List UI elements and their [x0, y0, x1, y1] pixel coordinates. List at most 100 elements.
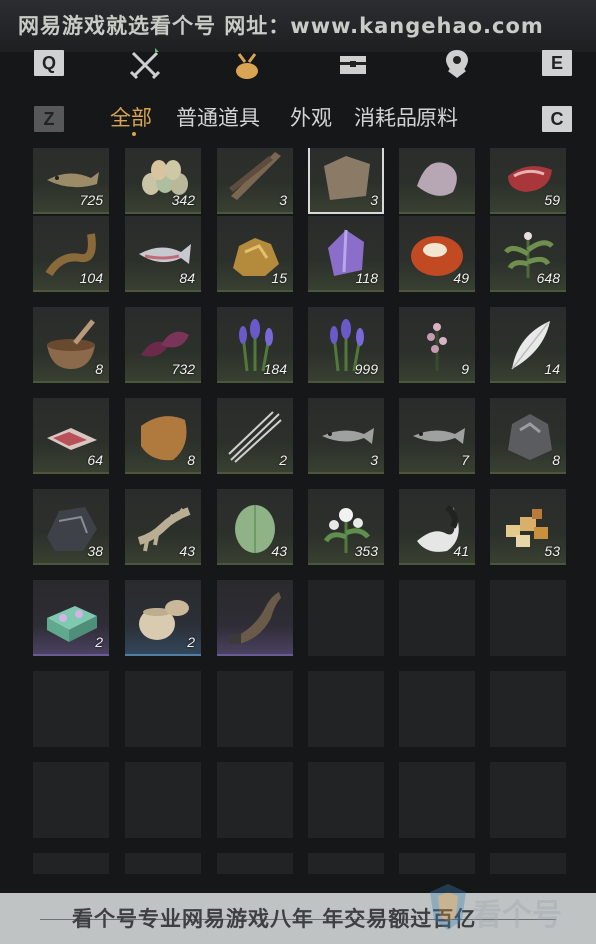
item-count: 118: [355, 270, 378, 286]
inventory-slot[interactable]: 64: [33, 398, 109, 474]
inventory-slot[interactable]: 8: [33, 307, 109, 383]
empty-slot[interactable]: [33, 853, 109, 874]
inventory-slot[interactable]: [217, 580, 293, 656]
empty-slot[interactable]: [490, 762, 566, 838]
logo-text: 看个号: [472, 898, 562, 933]
grey-fish-icon: [322, 428, 374, 444]
tab-appearance[interactable]: 外观: [290, 102, 332, 132]
empty-slot[interactable]: [217, 762, 293, 838]
inventory-slot[interactable]: 59: [490, 148, 566, 214]
item-count: 184: [263, 361, 287, 377]
item-count: 64: [87, 452, 103, 468]
empty-slot[interactable]: [490, 580, 566, 656]
empty-slot[interactable]: [399, 580, 475, 656]
pouch-icon[interactable]: [230, 48, 264, 82]
item-count: 648: [536, 270, 560, 286]
empty-slot[interactable]: [308, 580, 384, 656]
item-count: 2: [279, 452, 287, 468]
empty-slot[interactable]: [490, 853, 566, 874]
inventory-grid: 725 342 3 3 59 104 84 15 118 49 648 8 732 184 999 9 14 64…: [33, 148, 573, 874]
watermark-text: 网易游戏就选看个号 网址：www.kangehao.com: [18, 14, 544, 38]
empty-slot[interactable]: [125, 671, 201, 747]
hide-icon: [324, 156, 370, 200]
inventory-slot[interactable]: 2: [125, 580, 201, 656]
key-q-hint[interactable]: Q: [34, 50, 64, 76]
item-count: 342: [171, 192, 195, 208]
map-marker-icon[interactable]: [440, 48, 474, 82]
inventory-slot[interactable]: 7: [399, 398, 475, 474]
item-count: 999: [354, 361, 378, 377]
empty-slot[interactable]: [217, 671, 293, 747]
inventory-slot[interactable]: 648: [490, 216, 566, 292]
inventory-slot[interactable]: 2: [33, 580, 109, 656]
chest-icon[interactable]: [336, 48, 370, 82]
item-count: 15: [271, 270, 287, 286]
item-count: 9: [461, 361, 469, 377]
inventory-slot[interactable]: 104: [33, 216, 109, 292]
tab-materials[interactable]: 原料: [416, 102, 458, 132]
empty-slot[interactable]: [308, 853, 384, 874]
empty-slot[interactable]: [33, 762, 109, 838]
empty-slot[interactable]: [308, 762, 384, 838]
inventory-slot[interactable]: 8: [125, 398, 201, 474]
inventory-slot[interactable]: 9: [399, 307, 475, 383]
item-count: 725: [79, 192, 103, 208]
inventory-slot[interactable]: 999: [308, 307, 384, 383]
empty-slot[interactable]: [125, 853, 201, 874]
item-count: 104: [79, 270, 103, 286]
inventory-slot[interactable]: 3: [217, 148, 293, 214]
tab-common-items[interactable]: 普通道具: [176, 102, 260, 132]
inventory-slot[interactable]: 184: [217, 307, 293, 383]
item-count: 43: [271, 543, 287, 559]
inventory-slot[interactable]: 8: [490, 398, 566, 474]
inventory-slot[interactable]: 43: [217, 489, 293, 565]
empty-slot[interactable]: [399, 762, 475, 838]
category-tab-bar: Q E: [0, 44, 596, 94]
item-count: 59: [544, 192, 560, 208]
bird-carcass-icon: [417, 162, 457, 196]
inventory-slot[interactable]: 732: [125, 307, 201, 383]
inventory-slot[interactable]: 41: [399, 489, 475, 565]
inventory-slot[interactable]: 2: [217, 398, 293, 474]
key-c-hint[interactable]: C: [542, 106, 572, 132]
key-z-hint[interactable]: Z: [34, 106, 64, 132]
inventory-slot[interactable]: 353: [308, 489, 384, 565]
inventory-slot[interactable]: 15: [217, 216, 293, 292]
inventory-slot[interactable]: 3: [308, 398, 384, 474]
inventory-slot[interactable]: 342: [125, 148, 201, 214]
inventory-slot[interactable]: 14: [490, 307, 566, 383]
inventory-slot[interactable]: 725: [33, 148, 109, 214]
inventory-slot[interactable]: 84: [125, 216, 201, 292]
empty-slot[interactable]: [308, 671, 384, 747]
item-count: 2: [95, 634, 103, 650]
empty-slot[interactable]: [125, 762, 201, 838]
item-count: 8: [552, 452, 560, 468]
inventory-slot[interactable]: 43: [125, 489, 201, 565]
tab-all[interactable]: 全部: [110, 102, 152, 132]
empty-slot[interactable]: [490, 671, 566, 747]
feathers-icon: [229, 152, 281, 200]
tab-consumables[interactable]: 消耗品: [354, 102, 417, 132]
item-count: 53: [544, 543, 560, 559]
key-e-hint[interactable]: E: [542, 50, 572, 76]
empty-slot[interactable]: [399, 853, 475, 874]
item-count: 7: [461, 452, 469, 468]
empty-slot[interactable]: [399, 671, 475, 747]
inventory-slot[interactable]: [399, 148, 475, 214]
inventory-slot[interactable]: 38: [33, 489, 109, 565]
shield-logo-icon: [430, 884, 466, 930]
inventory-slot[interactable]: 53: [490, 489, 566, 565]
ceramic-jar-icon: [139, 600, 189, 640]
inventory-slot[interactable]: 49: [399, 216, 475, 292]
inventory-slot[interactable]: 3: [308, 148, 384, 214]
inventory-slot[interactable]: 118: [308, 216, 384, 292]
empty-slot[interactable]: [217, 853, 293, 874]
item-count: 43: [179, 543, 195, 559]
pastry-box-icon: [47, 606, 97, 642]
crossed-swords-icon[interactable]: [128, 48, 162, 82]
grey-fish-icon: [413, 428, 465, 444]
empty-slot[interactable]: [33, 671, 109, 747]
fur-pelt-icon: [141, 416, 187, 461]
dark-ore-icon: [508, 414, 552, 460]
item-count: 84: [179, 270, 195, 286]
